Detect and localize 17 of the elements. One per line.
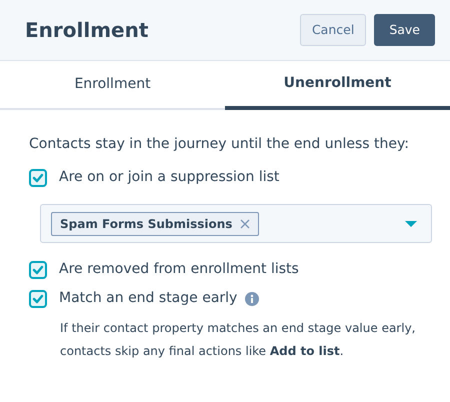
close-icon[interactable]: [240, 218, 250, 228]
checkbox[interactable]: [29, 260, 47, 278]
save-button[interactable]: Save: [374, 14, 435, 46]
tab[interactable]: Enrollment: [0, 61, 225, 110]
caret-icon: [405, 220, 417, 226]
tag-label: Spam Forms Submissions: [60, 216, 232, 232]
tab[interactable]: Unenrollment: [225, 61, 450, 110]
dialog-title: Enrollment: [25, 18, 148, 42]
list-select[interactable]: Spam Forms Submissions: [40, 204, 432, 243]
description-text: If their contact property matches an end stage value early, contacts skip any final actions like Add to list.: [60, 320, 416, 360]
checkbox[interactable]: [29, 290, 47, 308]
intro-text: Contacts stay in the journey until the end unless they:: [29, 135, 410, 154]
checkbox-label: Are on or join a suppression list: [59, 168, 280, 187]
checkbox[interactable]: [29, 168, 47, 186]
checkbox-label: Are removed from enrollment lists: [59, 260, 299, 279]
cancel-button[interactable]: Cancel: [300, 14, 366, 46]
checkbox-label: Match an end stage early: [59, 289, 238, 308]
